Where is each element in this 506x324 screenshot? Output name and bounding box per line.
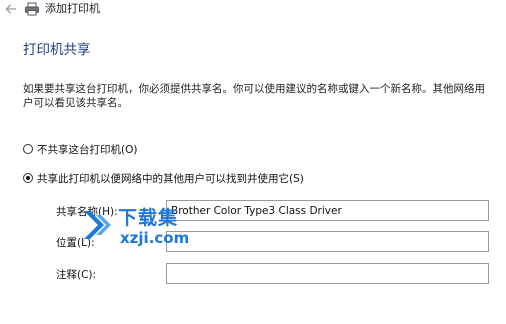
radio-button-checked[interactable] bbox=[23, 173, 33, 183]
comment-input[interactable] bbox=[166, 263, 489, 284]
radio-label: 共享此打印机以便网络中的其他用户可以找到并使用它(S) bbox=[37, 172, 304, 185]
location-input[interactable] bbox=[166, 231, 489, 252]
share-name-input[interactable] bbox=[166, 200, 489, 221]
watermark-text-en: xzji.com bbox=[120, 229, 190, 247]
back-arrow-icon[interactable] bbox=[4, 2, 18, 16]
page-description: 如果要共享这台打印机，你必须提供共享名。你可以使用建议的名称或键入一个新名称。其… bbox=[23, 83, 485, 109]
watermark-text-cn: 下载集 bbox=[118, 207, 179, 229]
page-heading: 打印机共享 bbox=[23, 42, 91, 58]
watermark: 下载集 xzji.com bbox=[82, 205, 192, 251]
printer-icon bbox=[25, 2, 39, 16]
radio-button[interactable] bbox=[23, 144, 33, 154]
title-bar: 添加打印机 bbox=[0, 0, 506, 22]
radio-no-share[interactable]: 不共享这台打印机(O) bbox=[23, 142, 137, 156]
watermark-logo-icon bbox=[84, 211, 111, 239]
comment-label: 注释(C): bbox=[56, 269, 97, 281]
window-title: 添加打印机 bbox=[45, 2, 100, 15]
radio-share[interactable]: 共享此打印机以便网络中的其他用户可以找到并使用它(S) bbox=[23, 171, 304, 185]
radio-label: 不共享这台打印机(O) bbox=[37, 143, 138, 156]
